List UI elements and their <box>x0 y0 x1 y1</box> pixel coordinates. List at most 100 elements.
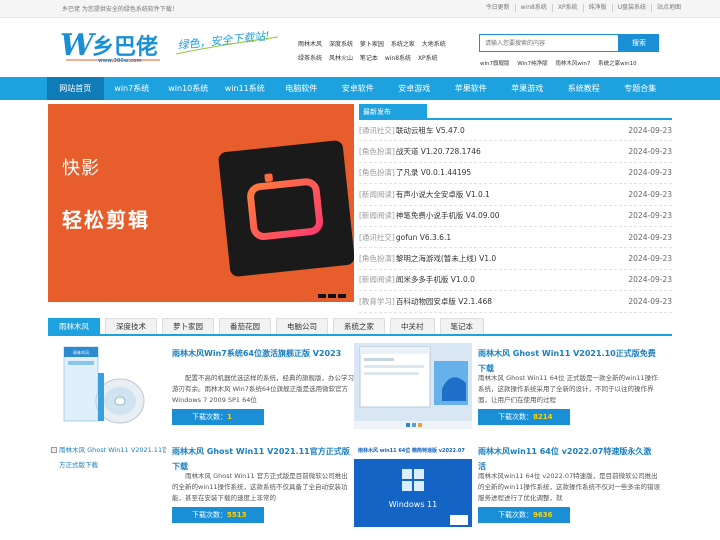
product-thumbnail[interactable] <box>354 343 472 429</box>
tab-zhongguancun[interactable]: 中关村 <box>390 318 435 334</box>
hot-word[interactable]: Win7纯净版 <box>517 61 547 67</box>
tab-fanqie[interactable]: 番茄花园 <box>219 318 271 334</box>
product-title[interactable]: 雨林木风Win7系统64位激活旗舰正版 V2023 <box>172 346 352 361</box>
download-count-button[interactable]: 下载次数：8214 <box>478 409 570 425</box>
news-category[interactable]: [角色扮演] <box>359 167 395 178</box>
product-description: 雨林木风 Ghost Win11 64位 正式版是一款全新的win11操作系统，… <box>478 374 658 404</box>
product-thumbnail[interactable]: 雨林木风 <box>48 343 166 429</box>
banner-slider[interactable]: 快影 轻松剪辑 <box>48 104 354 302</box>
quick-link[interactable]: 雨林木风 <box>298 41 322 48</box>
win11-desktop-image <box>354 343 472 429</box>
news-title[interactable]: gofun V6.3.6.1 <box>396 233 622 242</box>
download-count-button[interactable]: 下载次数：5513 <box>172 507 264 523</box>
quick-link[interactable]: 大地系统 <box>422 41 446 48</box>
tab-luobo[interactable]: 萝卜家园 <box>162 318 214 334</box>
nav-item-win7[interactable]: win7系统 <box>104 77 161 100</box>
svg-text:乡巴佬: 乡巴佬 <box>92 35 158 60</box>
top-link-win8[interactable]: win8系统 <box>514 4 552 12</box>
quick-link[interactable]: XP系统 <box>418 55 438 62</box>
image-alt-text[interactable]: 雨林木风 Ghost Win11 V2021.11官方正式版下载 <box>59 443 166 473</box>
svg-text:Windows 11: Windows 11 <box>389 500 437 509</box>
download-count-button[interactable]: 下载次数：9636 <box>478 507 570 523</box>
hot-word[interactable]: 系统之家win10 <box>598 61 637 67</box>
news-category[interactable]: [通讯社交] <box>359 232 395 243</box>
nav-item-pc-software[interactable]: 电脑软件 <box>273 77 330 100</box>
news-item[interactable]: [新闻阅读] 神笔免费小说手机版 V4.09.00 2024-09-23 <box>359 206 672 227</box>
product-card: 雨林木风 雨林木风Win7系统64位激活旗舰正版 V2023 配置不高的机器优选… <box>48 343 358 437</box>
product-card: 雨林木风 win11 64位 精简特速版 v2022.07 Windows 11… <box>354 441 664 535</box>
hot-words: win7旗舰版 Win7纯净版 雨林木风win7 系统之家win10 <box>480 59 643 67</box>
tab-yulinmufeng[interactable]: 雨林木风 <box>48 318 100 334</box>
nav-item-tutorials[interactable]: 系统教程 <box>556 77 613 100</box>
product-title[interactable]: 雨林木风win11 64位 v2022.07特速版永久激活 <box>478 444 658 474</box>
banner-pagination[interactable] <box>318 294 346 298</box>
nav-item-win11[interactable]: win11系统 <box>217 77 274 100</box>
hot-word[interactable]: 雨林木风win7 <box>555 61 590 67</box>
news-title[interactable]: 战天道 V1.20.728.1746 <box>396 146 622 157</box>
top-link-sitemap[interactable]: 站点地图 <box>650 4 686 12</box>
product-card: 雨林木风 Ghost Win11 V2021.10正式版免费下载 雨林木风 Gh… <box>354 343 664 437</box>
news-title[interactable]: 神笔免费小说手机版 V4.09.00 <box>396 210 622 221</box>
news-item[interactable]: [通讯社交] 联动云租车 V5.47.0 2024-09-23 <box>359 120 672 142</box>
hot-word[interactable]: win7旗舰版 <box>480 61 510 67</box>
nav-item-android-games[interactable]: 安卓游戏 <box>386 77 443 100</box>
quick-link[interactable]: 风林火山 <box>329 55 353 62</box>
news-title[interactable]: 联动云租车 V5.47.0 <box>396 125 622 136</box>
quick-link[interactable]: 萝卜家园 <box>360 41 384 48</box>
top-link-pure[interactable]: 纯净版 <box>582 4 612 12</box>
news-item[interactable]: [角色扮演] 了凡录 V0.0.1.44195 2024-09-23 <box>359 163 672 185</box>
nav-item-apple-games[interactable]: 苹果游戏 <box>499 77 556 100</box>
news-category[interactable]: [新闻阅读] <box>359 189 395 200</box>
news-title[interactable]: 黎明之海游戏(暂未上线) V1.0 <box>396 253 622 264</box>
news-category[interactable]: [教育学习] <box>359 296 395 307</box>
news-category[interactable]: [新闻阅读] <box>359 210 395 221</box>
download-count-button[interactable]: 下载次数：1 <box>172 409 264 425</box>
banner-title: 快影 <box>62 158 100 179</box>
quick-link[interactable]: 深度系统 <box>329 41 353 48</box>
product-description: 配置不高的机器优选这样的系统，经典的旗舰版，办公学习游刃有余。雨林木风 Win7… <box>172 374 354 404</box>
news-title[interactable]: 百科动物园安卓版 V2.1.468 <box>396 296 622 307</box>
nav-item-android-software[interactable]: 安卓软件 <box>330 77 387 100</box>
news-item[interactable]: [新闻阅读] 有声小说大全安卓版 V1.0.1 2024-09-23 <box>359 184 672 206</box>
news-title[interactable]: 了凡录 V0.0.1.44195 <box>396 167 622 178</box>
quick-link[interactable]: 绿茶系统 <box>298 55 322 62</box>
search-button[interactable]: 搜索 <box>619 34 659 52</box>
top-link-xp[interactable]: XP系统 <box>551 4 583 12</box>
quick-link[interactable]: 笔记本 <box>360 55 378 62</box>
product-title[interactable]: 雨林木风 Ghost Win11 V2021.10正式版免费下载 <box>478 346 658 376</box>
top-link-usb[interactable]: U盘装系统 <box>611 4 651 12</box>
search-input[interactable] <box>479 34 619 52</box>
nav-item-win10[interactable]: win10系统 <box>160 77 217 100</box>
tab-xitongzhijia[interactable]: 系统之家 <box>333 318 385 334</box>
site-logo[interactable]: W 乡巴佬 绿色，安全下载站! www.386w.com <box>60 27 290 67</box>
quick-link[interactable]: win8系统 <box>385 55 411 62</box>
news-date: 2024-09-23 <box>628 168 672 178</box>
news-item[interactable]: [角色扮演] 战天道 V1.20.728.1746 2024-09-23 <box>359 141 672 163</box>
news-category[interactable]: [通讯社交] <box>359 125 395 136</box>
top-link-today[interactable]: 今日更新 <box>481 4 515 12</box>
news-category[interactable]: [角色扮演] <box>359 253 395 264</box>
kuaiying-icon <box>247 173 324 240</box>
product-thumbnail[interactable]: 雨林木风 win11 64位 精简特速版 v2022.07 Windows 11 <box>354 441 472 527</box>
news-title[interactable]: 闻米多多手机版 V1.0.0 <box>396 274 622 285</box>
news-category[interactable]: [新闻阅读] <box>359 274 395 285</box>
nav-item-topics[interactable]: 专题合集 <box>612 77 669 100</box>
nav-item-home[interactable]: 网站首页 <box>47 77 104 100</box>
product-title[interactable]: 雨林木风 Ghost Win11 V2021.11官方正式版下载 <box>172 444 352 474</box>
tab-diannao[interactable]: 电脑公司 <box>276 318 328 334</box>
quick-link[interactable]: 系统之家 <box>391 41 415 48</box>
app-icon <box>217 139 354 278</box>
logo-tagline: 绿色，安全下载站! <box>177 29 270 52</box>
news-item[interactable]: [角色扮演] 黎明之海游戏(暂未上线) V1.0 2024-09-23 <box>359 248 672 270</box>
news-title[interactable]: 有声小说大全安卓版 V1.0.1 <box>396 189 622 200</box>
product-thumbnail-broken[interactable]: 雨林木风 Ghost Win11 V2021.11官方正式版下载 <box>48 441 166 527</box>
download-label: 下载次数： <box>192 413 227 421</box>
tab-shendu[interactable]: 深度技术 <box>105 318 157 334</box>
tab-laptop[interactable]: 笔记本 <box>439 318 484 334</box>
download-count: 8214 <box>533 413 553 421</box>
nav-item-apple-software[interactable]: 苹果软件 <box>443 77 500 100</box>
news-item[interactable]: [通讯社交] gofun V6.3.6.1 2024-09-23 <box>359 227 672 249</box>
news-item[interactable]: [教育学习] 百科动物园安卓版 V2.1.468 2024-09-23 <box>359 291 672 313</box>
news-category[interactable]: [角色扮演] <box>359 146 395 157</box>
news-item[interactable]: [新闻阅读] 闻米多多手机版 V1.0.0 2024-09-23 <box>359 270 672 292</box>
